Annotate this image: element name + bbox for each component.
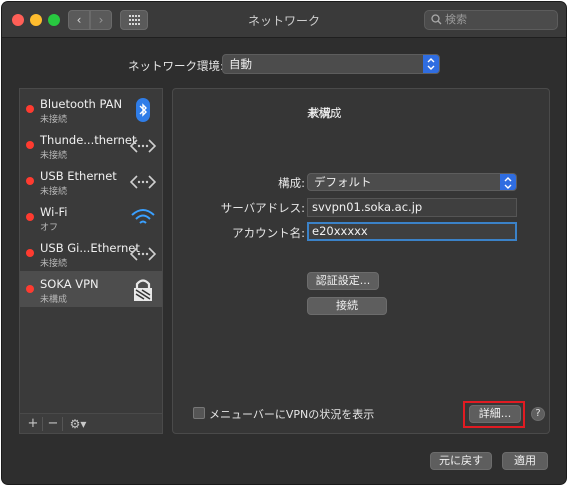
status-dot [26, 249, 34, 257]
service-status: 未接続 [40, 115, 68, 125]
wifi-icon [131, 209, 155, 224]
service-name: USB Gi...Ethernet [40, 241, 140, 255]
ethernet-icon [130, 175, 156, 189]
service-status: 未構成 [40, 295, 68, 305]
service-status: 未接続 [40, 187, 68, 197]
service-status: 未接続 [40, 259, 68, 269]
configuration-value: デフォルト [314, 175, 372, 189]
status-dot [26, 105, 34, 113]
service-status: オフ [40, 223, 59, 233]
account-name-field[interactable]: e20xxxxx [307, 222, 517, 241]
ethernet-icon [130, 139, 156, 153]
gear-icon: ⚙▾ [69, 417, 87, 431]
revert-button[interactable]: 元に戻す [430, 452, 492, 470]
plus-icon: + [27, 416, 39, 431]
divider [42, 417, 43, 431]
service-item-thunderbolt-ethernet[interactable]: Thunde...thernet 未接続 [20, 127, 162, 163]
status-dot [26, 285, 34, 293]
service-item-usb-ethernet[interactable]: USB Ethernet 未接続 [20, 163, 162, 199]
ethernet-icon [130, 247, 156, 261]
location-label: ネットワーク環境: [128, 59, 224, 73]
connect-button[interactable]: 接続 [307, 297, 387, 315]
location-row: ネットワーク環境: 自動 [2, 54, 566, 76]
apply-button[interactable]: 適用 [502, 452, 548, 470]
service-status: 未接続 [40, 151, 68, 161]
service-item-bluetooth-pan[interactable]: Bluetooth PAN 未接続 [20, 91, 162, 127]
minus-icon: − [47, 416, 59, 431]
service-item-usb-gigabit-ethernet[interactable]: USB Gi...Ethernet 未接続 [20, 235, 162, 271]
lock-icon [134, 279, 152, 301]
server-address-label: サーバアドレス: [220, 201, 305, 215]
search-icon [431, 14, 442, 25]
menubar-vpn-status-label: メニューバーにVPNの状況を表示 [209, 408, 375, 421]
service-name: Wi-Fi [40, 205, 68, 219]
search-placeholder: 検索 [445, 13, 467, 26]
help-button[interactable]: ? [531, 407, 545, 421]
status-dot [26, 213, 34, 221]
divider [62, 417, 63, 431]
service-item-soka-vpn[interactable]: SOKA VPN 未構成 [20, 271, 162, 307]
bluetooth-icon [136, 98, 150, 122]
updown-chevron-icon [500, 174, 516, 190]
remove-service-button[interactable]: − [44, 414, 62, 434]
status-dot [26, 177, 34, 185]
account-name-label: アカウント名: [232, 226, 305, 240]
location-value: 自動 [229, 57, 252, 71]
search-field[interactable]: 検索 [424, 10, 558, 30]
service-item-wifi[interactable]: Wi-Fi オフ [20, 199, 162, 235]
service-list-toolbar: + − ⚙▾ [19, 414, 163, 434]
updown-chevron-icon [423, 55, 439, 73]
service-list: Bluetooth PAN 未接続 Thunde...thernet 未接続 U… [19, 88, 163, 414]
server-address-field[interactable]: svvpn01.soka.ac.jp [307, 198, 517, 217]
service-name: SOKA VPN [40, 277, 99, 291]
service-name: Bluetooth PAN [40, 97, 123, 111]
service-name: USB Ethernet [40, 169, 117, 183]
authentication-settings-button[interactable]: 認証設定... [307, 272, 379, 290]
configuration-select[interactable]: デフォルト [307, 173, 517, 191]
action-menu-button[interactable]: ⚙▾ [64, 414, 92, 434]
network-preferences-window: ‹ › ネットワーク 検索 ネットワーク環境: 自動 Bluetooth PAN… [2, 2, 566, 484]
service-name: Thunde...thernet [40, 133, 137, 147]
add-service-button[interactable]: + [24, 414, 42, 434]
advanced-button[interactable]: 詳細... [469, 405, 521, 423]
status-dot [26, 141, 34, 149]
configuration-label: 構成: [278, 176, 305, 190]
vpn-detail-panel: 状況: 未構成 構成: デフォルト サーバアドレス: svvpn01.soka.… [172, 88, 550, 434]
status-value: 未構成 [307, 106, 342, 120]
location-select[interactable]: 自動 [222, 54, 440, 74]
title-bar: ‹ › ネットワーク 検索 [2, 2, 566, 38]
menubar-vpn-status-checkbox[interactable] [193, 407, 205, 419]
